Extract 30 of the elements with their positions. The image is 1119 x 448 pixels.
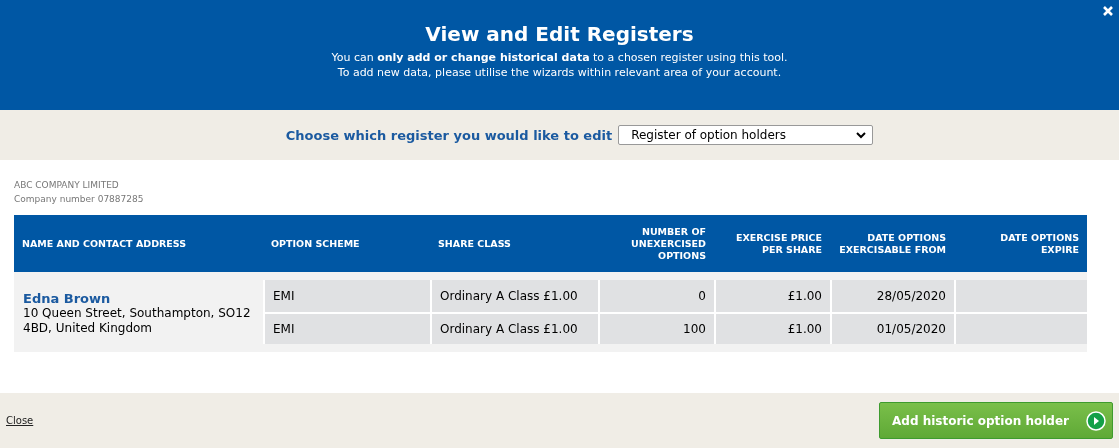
intro-text: To add new data, please utilise the wizards within relevant area of your account. — [336, 65, 783, 80]
close-link[interactable]: Close — [6, 415, 34, 426]
close-icon[interactable] — [1103, 6, 1113, 16]
company-name: ABC COMPANY LIMITED — [14, 179, 120, 192]
play-icon — [1086, 410, 1106, 431]
table-cell: 28/05/2020 — [830, 280, 954, 312]
column-header: SHARE CLASS — [438, 237, 511, 250]
register-dropdown[interactable]: Register of option holders — [618, 125, 874, 145]
register-label: Choose which register you would like to edit — [285, 127, 613, 143]
holder-name[interactable]: Edna Brown — [23, 291, 255, 306]
holder-address: 10 Queen Street, Southampton, SO12 4BD, United Kingdom — [23, 306, 252, 336]
chevron-icon — [856, 131, 867, 139]
table-cell: Ordinary A Class £1.00 — [430, 280, 598, 312]
intro-text: You can only add or change historical data to a chosen register using this tool. — [330, 50, 789, 65]
table-cell: Ordinary A Class £1.00 — [430, 312, 598, 344]
column-header: OPTION SCHEME — [271, 237, 360, 250]
column-header: NAME AND CONTACT ADDRESS — [22, 237, 187, 250]
company-number: Company number 07887285 — [14, 193, 145, 206]
table-cell: £1.00 — [714, 312, 830, 344]
table-cell: 01/05/2020 — [830, 312, 954, 344]
table-cell: EMI — [263, 280, 430, 312]
table-cell: 100 — [598, 312, 714, 344]
dialog-title: View and Edit Registers — [424, 22, 695, 46]
table-cell: 0 — [598, 280, 714, 312]
column-header: DATE OPTIONS EXERCISABLE FROM — [838, 231, 946, 256]
table-cell: £1.00 — [714, 280, 830, 312]
column-header: NUMBER OF UNEXERCISED OPTIONS — [630, 225, 706, 262]
column-header: DATE OPTIONS EXPIRE — [999, 231, 1079, 256]
table-cell: EMI — [263, 312, 430, 344]
column-header: EXERCISE PRICE PER SHARE — [734, 231, 822, 256]
